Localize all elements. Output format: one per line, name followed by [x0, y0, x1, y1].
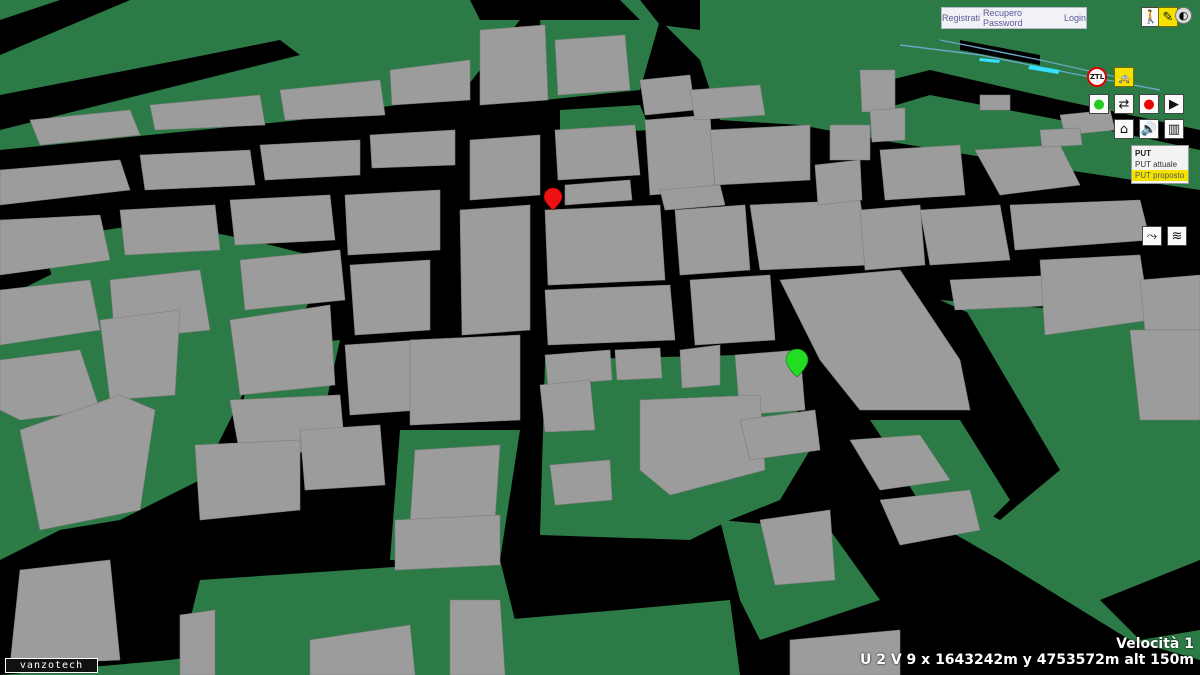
register-link[interactable]: Registrati	[942, 13, 980, 23]
green-marker-icon: ●	[1093, 96, 1105, 112]
recover-password-link[interactable]: Recupero Password	[983, 8, 1061, 28]
speaker-icon: 🔊	[1140, 121, 1158, 137]
position-readout: U 2 V 9 x 1643242m y 4753572m alt 150m	[859, 652, 1194, 668]
tools-icon: ✎	[1162, 9, 1174, 25]
ztl-button[interactable]: ZTL	[1087, 67, 1107, 87]
sound-button[interactable]: 🔊	[1139, 119, 1159, 139]
globe-button[interactable]: ◐	[1175, 7, 1192, 24]
layers-icon: ≋	[1171, 228, 1183, 244]
put-menu: PUT PUT attuale PUT proposto	[1131, 145, 1189, 184]
play-button[interactable]: ▶	[1164, 94, 1184, 114]
taxi-button[interactable]: 🚕	[1114, 67, 1134, 87]
chart-button[interactable]: ▥	[1164, 119, 1184, 139]
home-button[interactable]: ⌂	[1114, 119, 1134, 139]
speed-readout: Velocità 1	[1116, 636, 1194, 652]
route-button[interactable]: ⤳	[1142, 226, 1162, 246]
swap-icon: ⇄	[1118, 96, 1130, 112]
start-point-button[interactable]: ●	[1089, 94, 1109, 114]
globe-icon: ◐	[1178, 9, 1189, 22]
end-point-button[interactable]: ●	[1139, 94, 1159, 114]
auth-links: Registrati Recupero Password Login	[941, 7, 1087, 29]
bar-chart-icon: ▥	[1167, 121, 1181, 137]
vanzotech-logo: vanzotech	[5, 658, 98, 673]
login-link[interactable]: Login	[1064, 13, 1086, 23]
pedestrian-icon: 🚶	[1142, 9, 1160, 25]
route-icon: ⤳	[1146, 228, 1158, 244]
ztl-sign-icon: ZTL	[1089, 72, 1105, 81]
swap-button[interactable]: ⇄	[1114, 94, 1134, 114]
home-icon: ⌂	[1119, 121, 1129, 137]
red-marker-icon: ●	[1143, 96, 1155, 112]
taxi-icon: 🚕	[1117, 70, 1131, 84]
layers-button[interactable]: ≋	[1167, 226, 1187, 246]
put-current-option[interactable]: PUT attuale	[1132, 159, 1188, 170]
put-proposed-option[interactable]: PUT proposto	[1132, 170, 1188, 181]
play-icon: ▶	[1169, 96, 1179, 112]
put-menu-title[interactable]: PUT	[1132, 148, 1188, 159]
map-3d-view[interactable]	[0, 0, 1200, 675]
